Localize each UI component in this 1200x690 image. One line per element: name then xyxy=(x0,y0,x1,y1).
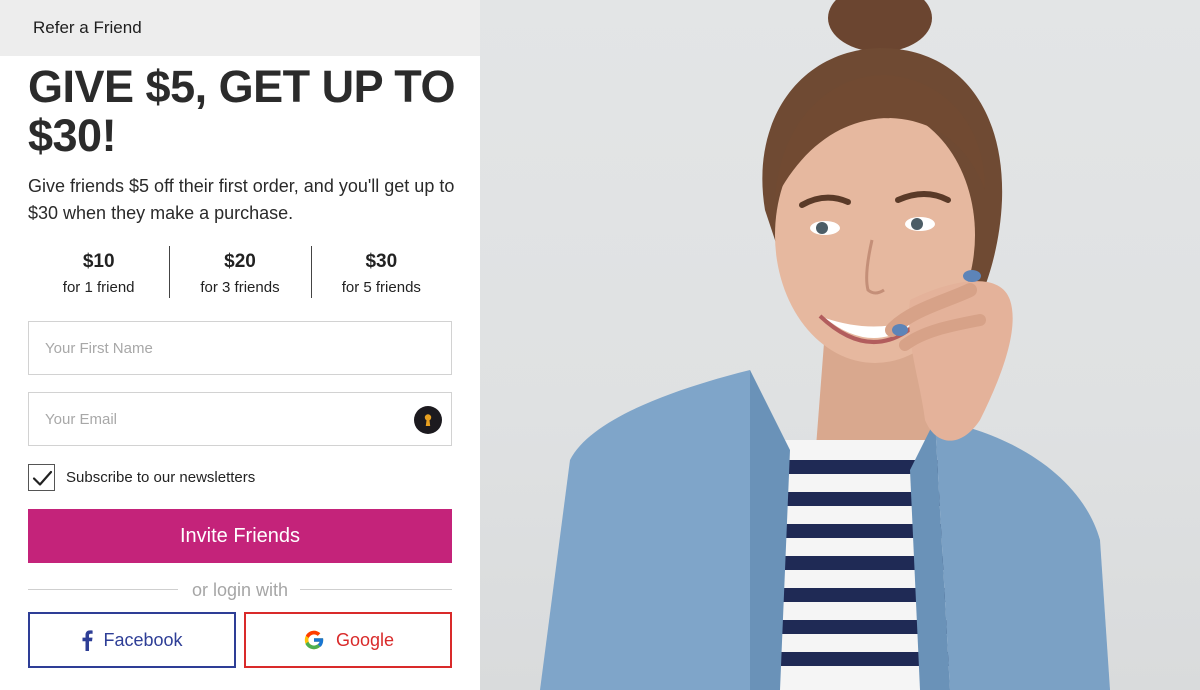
newsletter-label[interactable]: Subscribe to our newsletters xyxy=(66,469,255,486)
facebook-icon xyxy=(81,629,94,651)
google-icon xyxy=(302,628,326,652)
tier-amount: $20 xyxy=(224,251,256,272)
first-name-input[interactable] xyxy=(29,322,451,374)
tier-description: for 3 friends xyxy=(200,279,280,296)
google-login-button[interactable]: Google xyxy=(244,612,452,668)
page-title: GIVE $5, GET UP TO $30! xyxy=(28,61,455,161)
first-name-field-wrapper xyxy=(28,321,452,375)
tier-amount: $30 xyxy=(365,251,398,272)
reward-tiers: $10 for 1 friend $20 for 3 friends $30 f… xyxy=(28,246,452,298)
tier-amount: $10 xyxy=(82,251,115,272)
tab-bar: Refer a Friend xyxy=(0,0,480,56)
facebook-label: Facebook xyxy=(103,629,183,650)
newsletter-checkbox[interactable] xyxy=(28,463,55,491)
login-divider: or login with xyxy=(28,579,452,601)
invite-friends-button[interactable]: Invite Friends xyxy=(28,509,452,563)
reward-tier: $10 for 1 friend xyxy=(28,246,169,298)
offer-description: Give friends $5 off their first order, a… xyxy=(28,176,455,223)
tab-refer-a-friend[interactable]: Refer a Friend xyxy=(33,18,142,38)
smiling-woman-illustration xyxy=(540,0,1110,690)
reward-tier: $20 for 3 friends xyxy=(169,246,310,298)
reward-tier: $30 for 5 friends xyxy=(310,246,452,298)
divider-line-right xyxy=(300,589,452,590)
email-input[interactable] xyxy=(29,393,451,445)
hero-photo xyxy=(480,0,1200,690)
facebook-login-button[interactable]: Facebook xyxy=(28,612,236,668)
divider-text: or login with xyxy=(191,580,289,600)
checkmark-icon xyxy=(32,470,53,486)
tier-description: for 1 friend xyxy=(62,279,135,296)
newsletter-row: Subscribe to our newsletters xyxy=(28,463,255,491)
google-label: Google xyxy=(335,629,395,650)
tier-description: for 5 friends xyxy=(341,279,421,296)
password-manager-keyhole-icon[interactable] xyxy=(414,406,442,434)
email-field-wrapper xyxy=(28,392,452,446)
referral-panel: Refer a Friend GIVE $5, GET UP TO $30! G… xyxy=(0,0,480,690)
